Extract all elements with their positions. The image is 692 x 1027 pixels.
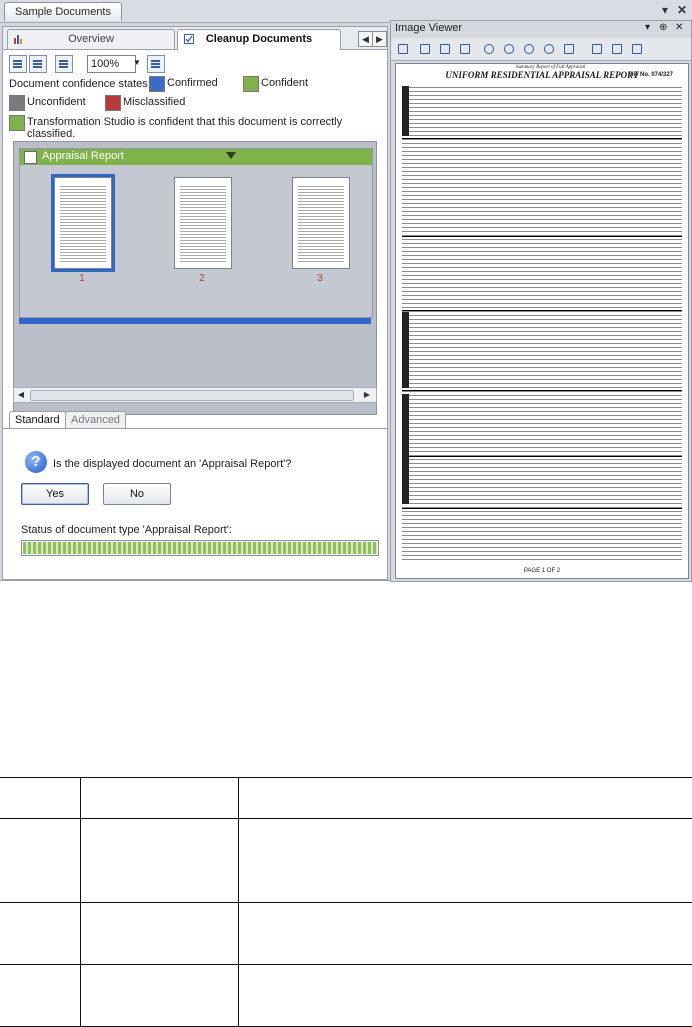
page-number: 2 <box>199 273 205 284</box>
document-group[interactable]: Appraisal Report 1 2 3 <box>19 148 373 318</box>
tab-overview-label: Overview <box>68 33 114 45</box>
viewer-menu-icon[interactable]: ▾ <box>645 22 650 33</box>
empty-table <box>0 777 692 1027</box>
image-viewer-title: Image Viewer <box>395 22 463 34</box>
tab-cleanup-documents[interactable]: Cleanup Documents <box>177 29 341 50</box>
divider <box>402 138 682 139</box>
thumbnails-icon[interactable] <box>395 41 409 55</box>
pan-hand-icon[interactable] <box>561 41 575 55</box>
document-type-dropdown-icon[interactable] <box>226 152 236 159</box>
window-menu-icon[interactable]: ▾ <box>662 3 668 17</box>
section-strip <box>402 86 409 136</box>
rotate-180-icon[interactable] <box>629 41 643 55</box>
page-thumbnail[interactable] <box>174 177 232 269</box>
status-swatch-icon <box>9 115 25 131</box>
divider <box>402 236 682 237</box>
legend-unconfident: Unconfident <box>27 96 86 108</box>
legend-confirmed: Confirmed <box>167 77 218 89</box>
classification-question: Is the displayed document an 'Appraisal … <box>53 458 292 470</box>
zoom-area-icon[interactable] <box>521 41 535 55</box>
image-viewer-titlebar: Image Viewer ▾ ⊕ ✕ <box>391 21 691 37</box>
divider <box>402 456 682 457</box>
table-row <box>0 902 692 965</box>
view-list-icon[interactable] <box>9 55 27 73</box>
divider <box>402 508 682 509</box>
document-page-image[interactable]: Summary Report of Full Appraisal UNIFORM… <box>395 63 689 579</box>
confirmed-swatch-icon <box>149 76 165 92</box>
status-progress-bar <box>21 540 379 556</box>
section-strip <box>402 394 409 504</box>
tab-prev-icon[interactable]: ◀ <box>358 31 373 47</box>
yes-button[interactable]: Yes <box>21 483 89 505</box>
tab-next-icon[interactable]: ▶ <box>372 31 387 47</box>
page-thumbnail[interactable] <box>292 177 350 269</box>
table-row <box>0 777 692 819</box>
tab-standard[interactable]: Standard <box>9 411 66 429</box>
document-type-label: Appraisal Report <box>42 150 124 162</box>
close-icon[interactable]: ✕ <box>675 22 683 33</box>
page-icon[interactable] <box>55 55 73 73</box>
confident-swatch-icon <box>243 76 259 92</box>
pin-icon[interactable]: ⊕ <box>659 22 667 33</box>
misclassified-swatch-icon <box>105 95 121 111</box>
horizontal-scrollbar[interactable]: ◀ ▶ <box>13 387 377 403</box>
form-content <box>402 84 682 562</box>
cleanup-pane: Overview Cleanup Documents ◀ ▶ 100% ▼ Do… <box>2 26 388 580</box>
unconfident-swatch-icon <box>9 95 25 111</box>
rotate-left-icon[interactable] <box>589 41 603 55</box>
tab-overview[interactable]: Overview <box>7 29 175 49</box>
properties-icon[interactable] <box>147 55 165 73</box>
fit-height-icon[interactable] <box>417 41 431 55</box>
divider <box>402 390 682 391</box>
image-viewer-toolbar <box>391 38 691 61</box>
legend-confident: Confident <box>261 77 309 89</box>
divider <box>3 428 387 429</box>
group-selection-bar <box>19 318 371 324</box>
file-number: File No. 074/327 <box>628 72 674 78</box>
page-footer: PAGE 1 OF 2 <box>523 568 561 574</box>
checkbox-icon <box>184 34 194 44</box>
zoom-out-icon[interactable] <box>501 41 515 55</box>
zoom-in-icon[interactable] <box>481 41 495 55</box>
close-icon[interactable]: ✕ <box>677 3 687 17</box>
page-number: 3 <box>317 273 323 284</box>
rotate-right-icon[interactable] <box>609 41 623 55</box>
document-group-panel: Appraisal Report 1 2 3 <box>13 141 377 415</box>
page-thumbnail[interactable] <box>51 174 115 272</box>
status-label: Status of document type 'Appraisal Repor… <box>21 524 232 536</box>
no-button[interactable]: No <box>103 483 171 505</box>
zoom-select[interactable]: 100% <box>87 55 136 73</box>
divider <box>402 310 682 311</box>
table-row <box>0 964 692 1027</box>
document-tab-sample-documents[interactable]: Sample Documents <box>4 2 122 21</box>
cleanup-toolbar: 100% ▼ <box>9 55 379 75</box>
image-viewer-pane: Image Viewer ▾ ⊕ ✕ Summary Report of Ful… <box>390 20 692 582</box>
scroll-right-icon[interactable]: ▶ <box>360 388 374 402</box>
document-group-header[interactable]: Appraisal Report <box>20 149 372 165</box>
group-checkbox[interactable] <box>24 151 37 164</box>
application-window: Sample Documents ▾ ✕ Overview Cleanup Do… <box>0 0 692 582</box>
scrollbar-thumb[interactable] <box>30 390 354 401</box>
magnifier-icon[interactable] <box>541 41 555 55</box>
tab-advanced[interactable]: Advanced <box>65 411 126 429</box>
question-icon: ? <box>25 451 47 473</box>
status-progress-fill <box>23 542 377 554</box>
scroll-left-icon[interactable]: ◀ <box>14 388 28 402</box>
status-description: Transformation Studio is confident that … <box>27 116 343 140</box>
fit-width-icon[interactable] <box>437 41 451 55</box>
page-number: 1 <box>79 273 85 284</box>
section-strip <box>402 312 409 388</box>
chart-icon <box>14 35 22 44</box>
view-details-icon[interactable] <box>29 55 47 73</box>
legend-misclassified: Misclassified <box>123 96 186 108</box>
pane-tab-bar: Overview Cleanup Documents ◀ ▶ <box>3 27 387 50</box>
legend-title: Document confidence states: <box>9 78 151 90</box>
fit-page-icon[interactable] <box>457 41 471 55</box>
table-row <box>0 818 692 903</box>
tab-cleanup-label: Cleanup Documents <box>205 33 313 45</box>
chevron-down-icon[interactable]: ▼ <box>131 55 143 71</box>
